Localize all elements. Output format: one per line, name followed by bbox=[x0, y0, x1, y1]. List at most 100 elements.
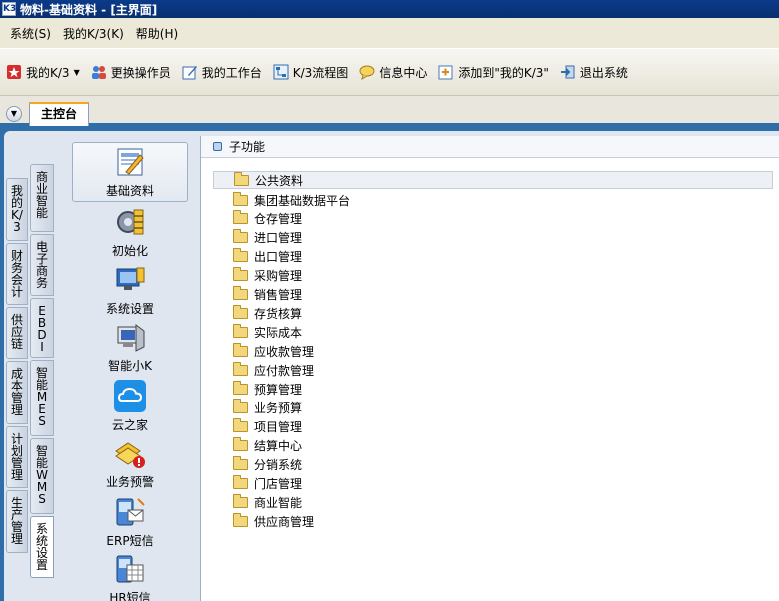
folder-icon bbox=[233, 266, 248, 281]
folder-budget-management[interactable]: 预算管理 bbox=[233, 380, 302, 398]
folder-business-budget[interactable]: 业务预算 bbox=[233, 398, 302, 416]
vtab-business-intelligence-label: 商业智能 bbox=[36, 170, 49, 220]
sub-function-title: 子功能 bbox=[229, 140, 266, 154]
edit-icon bbox=[182, 64, 198, 80]
folder-label: 实际成本 bbox=[254, 325, 303, 340]
my-k3-button[interactable]: 我的K/3 ▼ bbox=[6, 64, 80, 81]
folder-icon bbox=[233, 380, 248, 395]
add-to-my-k3-label: 添加到"我的K/3" bbox=[458, 65, 549, 80]
module-cloud-home-label: 云之家 bbox=[111, 418, 148, 432]
exit-icon bbox=[560, 64, 576, 80]
module-hr-sms[interactable]: HR短信 bbox=[72, 553, 188, 601]
module-erp-sms-label: ERP短信 bbox=[106, 534, 154, 548]
module-basic-data[interactable]: 基础资料 bbox=[72, 142, 188, 202]
menu-help[interactable]: 帮助(H) bbox=[130, 25, 184, 42]
app-logo-icon: K3 bbox=[2, 2, 17, 16]
message-center-label: 信息中心 bbox=[379, 65, 428, 80]
add-to-my-k3-button[interactable]: 添加到"我的K/3" bbox=[438, 64, 549, 81]
folder-distribution-system[interactable]: 分销系统 bbox=[233, 455, 302, 473]
folder-label: 结算中心 bbox=[254, 438, 303, 453]
folder-purchase-management[interactable]: 采购管理 bbox=[233, 266, 302, 284]
window-title: 物料-基础资料 - [主界面] bbox=[20, 2, 158, 17]
message-icon bbox=[359, 64, 375, 80]
bullet-icon bbox=[213, 142, 222, 151]
vtab-my-k3[interactable]: 我的K/3 bbox=[6, 178, 28, 241]
message-center-button[interactable]: 信息中心 bbox=[359, 64, 427, 81]
basic-data-icon bbox=[114, 146, 146, 178]
vtab-cost-management[interactable]: 成本管理 bbox=[6, 361, 28, 424]
folder-payables-management[interactable]: 应付款管理 bbox=[233, 361, 314, 379]
module-business-alert[interactable]: 业务预警 bbox=[72, 437, 188, 490]
tab-list-chevron-icon[interactable]: ▼ bbox=[6, 106, 22, 122]
vtab-supply-chain[interactable]: 供应链 bbox=[6, 307, 28, 359]
folder-icon bbox=[233, 493, 248, 508]
alert-icon bbox=[114, 437, 146, 469]
vtab-smart-wms-label: 智能WMS bbox=[36, 444, 49, 506]
vtab-supply-chain-label: 供应链 bbox=[11, 313, 24, 351]
sms-icon bbox=[114, 496, 146, 528]
vtab-e-commerce-label: 电子商务 bbox=[36, 240, 49, 290]
vtab-plan-management[interactable]: 计划管理 bbox=[6, 426, 28, 488]
folder-label: 存货核算 bbox=[254, 306, 303, 321]
folder-import-management[interactable]: 进口管理 bbox=[233, 228, 302, 246]
menu-system[interactable]: 系统(S) bbox=[4, 25, 57, 42]
my-workbench-button[interactable]: 我的工作台 bbox=[182, 64, 262, 81]
folder-label: 出口管理 bbox=[254, 249, 303, 264]
module-system-settings-label: 系统设置 bbox=[105, 302, 154, 316]
folder-icon bbox=[233, 361, 248, 376]
folder-label: 业务预算 bbox=[254, 400, 303, 415]
folder-label: 分销系统 bbox=[254, 457, 303, 472]
folder-label: 采购管理 bbox=[254, 268, 303, 283]
folder-icon bbox=[233, 285, 248, 300]
vtab-production-management[interactable]: 生产管理 bbox=[6, 490, 28, 553]
title-bar: K3 物料-基础资料 - [主界面] bbox=[0, 0, 779, 18]
vtab-smart-wms[interactable]: 智能WMS bbox=[30, 438, 54, 514]
vtab-ebdi[interactable]: EBDI bbox=[30, 298, 54, 358]
flowchart-icon bbox=[273, 64, 289, 80]
switch-operator-button[interactable]: 更换操作员 bbox=[91, 64, 171, 81]
module-initialization-label: 初始化 bbox=[111, 244, 148, 258]
module-erp-sms[interactable]: ERP短信 bbox=[72, 496, 188, 549]
folder-group-data-platform[interactable]: 集团基础数据平台 bbox=[233, 191, 350, 209]
hr-sms-icon bbox=[114, 553, 146, 585]
folder-business-intelligence[interactable]: 商业智能 bbox=[233, 493, 302, 511]
folder-export-management[interactable]: 出口管理 bbox=[233, 247, 302, 265]
module-smart-assistant-label: 智能小K bbox=[108, 359, 152, 373]
folder-label: 项目管理 bbox=[254, 419, 303, 434]
folder-actual-cost[interactable]: 实际成本 bbox=[233, 323, 302, 341]
vtab-business-intelligence[interactable]: 商业智能 bbox=[30, 164, 54, 232]
vtab-e-commerce[interactable]: 电子商务 bbox=[30, 234, 54, 296]
folder-icon bbox=[233, 436, 248, 451]
folder-icon bbox=[233, 417, 248, 432]
folder-label: 应收款管理 bbox=[254, 344, 315, 359]
module-initialization[interactable]: 初始化 bbox=[72, 206, 188, 259]
folder-sales-management[interactable]: 销售管理 bbox=[233, 285, 302, 303]
menu-my-k3[interactable]: 我的K/3(K) bbox=[57, 25, 130, 42]
users-icon bbox=[91, 64, 107, 80]
folder-inventory-accounting[interactable]: 存货核算 bbox=[233, 304, 302, 322]
folder-label: 集团基础数据平台 bbox=[254, 193, 351, 208]
main-area: 我的K/3 财务会计 供应链 成本管理 计划管理 生产管理 商业智能 电子商务 … bbox=[0, 126, 779, 601]
folder-receivables-management[interactable]: 应收款管理 bbox=[233, 342, 314, 360]
folder-project-management[interactable]: 项目管理 bbox=[233, 417, 302, 435]
tab-main-console[interactable]: 主控台 bbox=[29, 102, 90, 126]
folder-warehouse-management[interactable]: 仓存管理 bbox=[233, 209, 302, 227]
vtab-financial-accounting-label: 财务会计 bbox=[11, 249, 24, 299]
chevron-down-icon[interactable]: ▼ bbox=[74, 68, 80, 77]
exit-system-label: 退出系统 bbox=[579, 65, 628, 80]
folder-supplier-management[interactable]: 供应商管理 bbox=[233, 512, 314, 530]
k3-flowchart-button[interactable]: K/3流程图 bbox=[273, 64, 348, 81]
vtab-financial-accounting[interactable]: 财务会计 bbox=[6, 243, 28, 305]
module-system-settings[interactable]: 系统设置 bbox=[72, 264, 188, 317]
vtab-smart-mes[interactable]: 智能MES bbox=[30, 360, 54, 436]
folder-icon bbox=[233, 323, 248, 338]
exit-system-button[interactable]: 退出系统 bbox=[560, 64, 628, 81]
folder-public-data[interactable]: 公共资料 bbox=[213, 171, 773, 189]
folder-store-management[interactable]: 门店管理 bbox=[233, 474, 302, 492]
vtab-smart-mes-label: 智能MES bbox=[36, 366, 49, 428]
folder-settlement-center[interactable]: 结算中心 bbox=[233, 436, 302, 454]
my-workbench-label: 我的工作台 bbox=[201, 65, 262, 80]
module-smart-assistant[interactable]: 智能小K bbox=[72, 321, 188, 374]
module-cloud-home[interactable]: 云之家 bbox=[72, 380, 188, 433]
vtab-system-settings[interactable]: 系统设置 bbox=[30, 516, 54, 578]
